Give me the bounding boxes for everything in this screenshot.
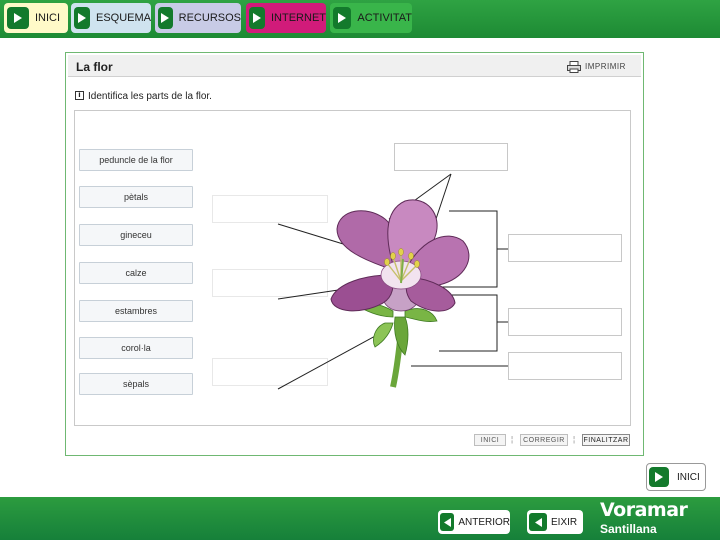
- nav-tab-inici[interactable]: INICI: [4, 3, 68, 33]
- previous-button-label: ANTERIOR: [458, 516, 510, 528]
- nav-tab-label: RECURSOS: [178, 12, 241, 24]
- play-arrow-icon: [74, 7, 90, 29]
- info-icon: i: [75, 91, 84, 100]
- nav-tab-esquema[interactable]: ESQUEMA: [71, 3, 151, 33]
- instruction-text: Identifica les parts de la flor.: [88, 91, 212, 102]
- finish-button[interactable]: FINALITZAR: [582, 434, 630, 446]
- panel-header: La flor IMPRIMIR: [68, 55, 641, 77]
- nav-tab-label: INTERNET: [271, 12, 326, 24]
- print-button[interactable]: IMPRIMIR: [585, 62, 626, 71]
- back-arrow-icon: [440, 513, 455, 531]
- nav-tab-label: ACTIVITAT: [357, 12, 412, 24]
- separator: ¦: [573, 435, 576, 444]
- check-button[interactable]: CORREGIR: [520, 434, 568, 446]
- activity-panel: La flor IMPRIMIR i Identifica les parts …: [65, 52, 644, 456]
- nav-tab-label: INICI: [35, 12, 61, 24]
- back-arrow-icon: [529, 513, 547, 531]
- play-arrow-icon: [158, 7, 173, 29]
- top-navigation-bar: INICI ESQUEMA RECURSOS INTERNET ACTIVITA…: [0, 0, 720, 38]
- exit-button[interactable]: EIXIR: [527, 510, 583, 534]
- reset-button[interactable]: INICI: [474, 434, 506, 446]
- exit-button-label: EIXIR: [551, 516, 578, 528]
- screen: INICI ESQUEMA RECURSOS INTERNET ACTIVITA…: [0, 0, 720, 540]
- exercise-area: peduncle de la flor pètals gineceu calze…: [74, 110, 631, 426]
- home-button[interactable]: INICI: [646, 463, 706, 491]
- brand-subname: Santillana: [600, 522, 657, 536]
- separator: ¦: [511, 435, 514, 444]
- nav-tab-internet[interactable]: INTERNET: [246, 3, 326, 33]
- printer-icon[interactable]: [567, 60, 581, 78]
- nav-tab-recursos[interactable]: RECURSOS: [155, 3, 241, 33]
- publisher-logo: Voramar Santillana: [600, 499, 688, 536]
- play-arrow-icon: [333, 7, 352, 29]
- nav-tab-label: ESQUEMA: [95, 12, 151, 24]
- play-arrow-icon: [249, 7, 265, 29]
- play-arrow-icon: [7, 7, 29, 29]
- flower-illustration: [277, 173, 508, 390]
- brand-name: Voramar: [600, 499, 688, 521]
- nav-tab-activitat[interactable]: ACTIVITAT: [330, 3, 412, 33]
- play-arrow-icon: [649, 467, 669, 487]
- home-button-label: INICI: [677, 471, 700, 483]
- panel-title: La flor: [76, 60, 113, 74]
- previous-button[interactable]: ANTERIOR: [438, 510, 510, 534]
